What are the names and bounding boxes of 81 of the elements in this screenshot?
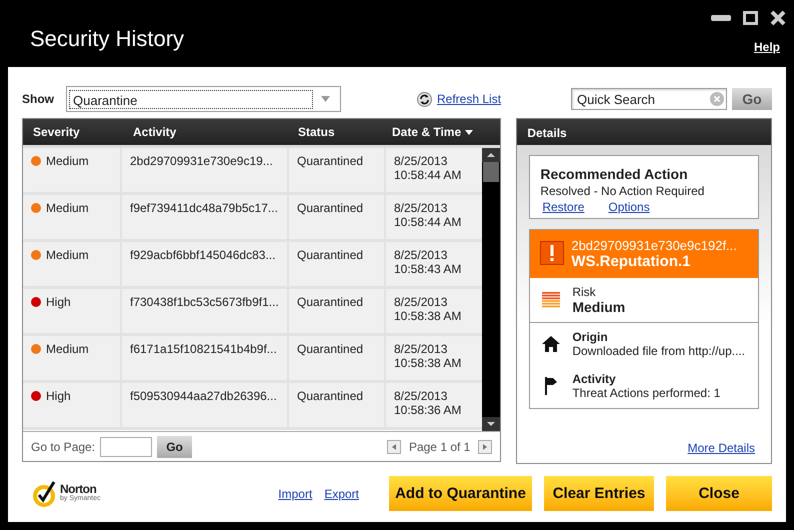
activity-cell: f6171a15f10821541b4b9f... [122, 336, 287, 380]
date-cell: 8/25/2013 10:58:44 AM [386, 148, 482, 192]
goto-label: Go to Page: [31, 440, 96, 454]
refresh-link[interactable]: Refresh List [437, 92, 502, 106]
table-row[interactable]: Medium f6171a15f10821541b4b9f... Quarantined 8/25/2013 10:58:38 AM [23, 336, 482, 383]
origin-value: Downloaded file from http://up.... [572, 344, 746, 358]
footer-button[interactable]: Close [666, 476, 772, 511]
activity-cell: 2bd29709931e730e9c19... [122, 148, 287, 192]
refresh-icon [417, 92, 432, 106]
table-row[interactable]: Medium f929acbf6bbf145046dc83... Quarantined 8/25/2013 10:58:43 AM [23, 242, 482, 289]
severity-cell: Medium [23, 336, 120, 380]
column-header[interactable]: Status [298, 125, 335, 139]
warning-icon [540, 241, 564, 265]
footer-button[interactable]: Add to Quarantine [389, 476, 532, 511]
severity-cell: High [23, 383, 120, 427]
status-cell: Quarantined [289, 383, 384, 427]
severity-cell: Medium [23, 148, 120, 192]
risk-level-icon [542, 292, 560, 308]
go-button[interactable]: Go [157, 436, 192, 458]
threat-file: 2bd29709931e730e9c192f... [571, 238, 737, 253]
date-cell: 8/25/2013 10:58:36 AM [386, 383, 482, 427]
column-header[interactable]: Severity [33, 125, 80, 139]
date-cell: 8/25/2013 10:58:44 AM [386, 195, 482, 239]
scroll-down-icon[interactable] [482, 417, 500, 431]
action-link[interactable]: Restore [542, 200, 584, 214]
column-header[interactable]: Date & Time [392, 125, 462, 139]
activity-cell: f9ef739411dc48a79b5c17... [122, 195, 287, 239]
table-row[interactable]: High f730438f1bc53c5673fb9f1... Quarantined 8/25/2013 10:58:38 AM [23, 289, 482, 336]
scroll-thumb[interactable] [482, 162, 500, 182]
activity-cell: f730438f1bc53c5673fb9f1... [122, 289, 287, 333]
footer-button[interactable]: Clear Entries [544, 476, 654, 511]
details-header: Details [517, 119, 771, 145]
date-cell: 8/25/2013 10:58:38 AM [386, 336, 482, 380]
origin-label: Origin [572, 330, 609, 344]
minimize-icon[interactable] [711, 15, 731, 21]
column-header[interactable]: Activity [133, 125, 176, 139]
status-cell: Quarantined [289, 195, 384, 239]
activity-cell: f509530944aa27db26396... [122, 383, 287, 427]
activity-value: Threat Actions performed: 1 [572, 386, 720, 400]
table-row[interactable]: Medium 2bd29709931e730e9c19... Quarantined 8/25/2013 10:58:44 AM [23, 148, 482, 195]
scrollbar[interactable] [482, 148, 500, 431]
status-cell: Quarantined [289, 336, 384, 380]
date-cell: 8/25/2013 10:58:43 AM [386, 242, 482, 286]
window-title: Security History [30, 26, 184, 53]
more-details-link[interactable]: More Details [688, 441, 755, 455]
search-field[interactable]: Quick Search [571, 88, 727, 110]
next-page-icon[interactable] [478, 440, 492, 454]
sort-icon [465, 130, 474, 134]
close-icon[interactable] [770, 10, 786, 26]
search-button[interactable]: Go [732, 88, 772, 110]
footer-link[interactable]: Export [324, 486, 359, 500]
scroll-up-icon[interactable] [482, 148, 500, 162]
help-link[interactable]: Help [754, 40, 780, 54]
date-cell: 8/25/2013 10:58:38 AM [386, 289, 482, 333]
risk-value: Medium [572, 299, 626, 315]
previous-page-icon[interactable] [386, 440, 401, 454]
status-cell: Quarantined [289, 148, 384, 192]
show-dropdown[interactable]: Quarantine [66, 86, 341, 112]
footer-link[interactable]: Import [278, 486, 312, 500]
activity-cell: f929acbf6bbf145046dc83... [122, 242, 287, 286]
activity-label: Activity [572, 372, 617, 386]
recommendation-title: Recommended Action [540, 166, 689, 182]
caret-icon [321, 96, 330, 102]
page-input[interactable] [100, 436, 152, 456]
severity-cell: Medium [23, 195, 120, 239]
logo-name: Norton [60, 484, 96, 494]
maximize-icon[interactable] [743, 11, 758, 25]
table-row[interactable]: Medium f9ef739411dc48a79b5c17... Quarantined 8/25/2013 10:58:44 AM [23, 195, 482, 242]
action-link[interactable]: Options [608, 200, 650, 214]
table-row[interactable]: High f509530944aa27db26396... Quarantined 8/25/2013 10:58:36 AM [23, 383, 482, 430]
status-cell: Quarantined [289, 289, 384, 333]
risk-label: Risk [572, 285, 597, 299]
show-label: Show [22, 92, 54, 106]
checkmark-logo-icon [32, 480, 58, 506]
severity-cell: Medium [23, 242, 120, 286]
page-indicator: Page 1 of 1 [408, 440, 470, 454]
recommendation-text: Resolved - No Action Required [540, 184, 706, 198]
threat-name: WS.Reputation.1 [571, 253, 692, 270]
home-icon [542, 336, 560, 352]
severity-cell: High [23, 289, 120, 333]
status-cell: Quarantined [289, 242, 384, 286]
